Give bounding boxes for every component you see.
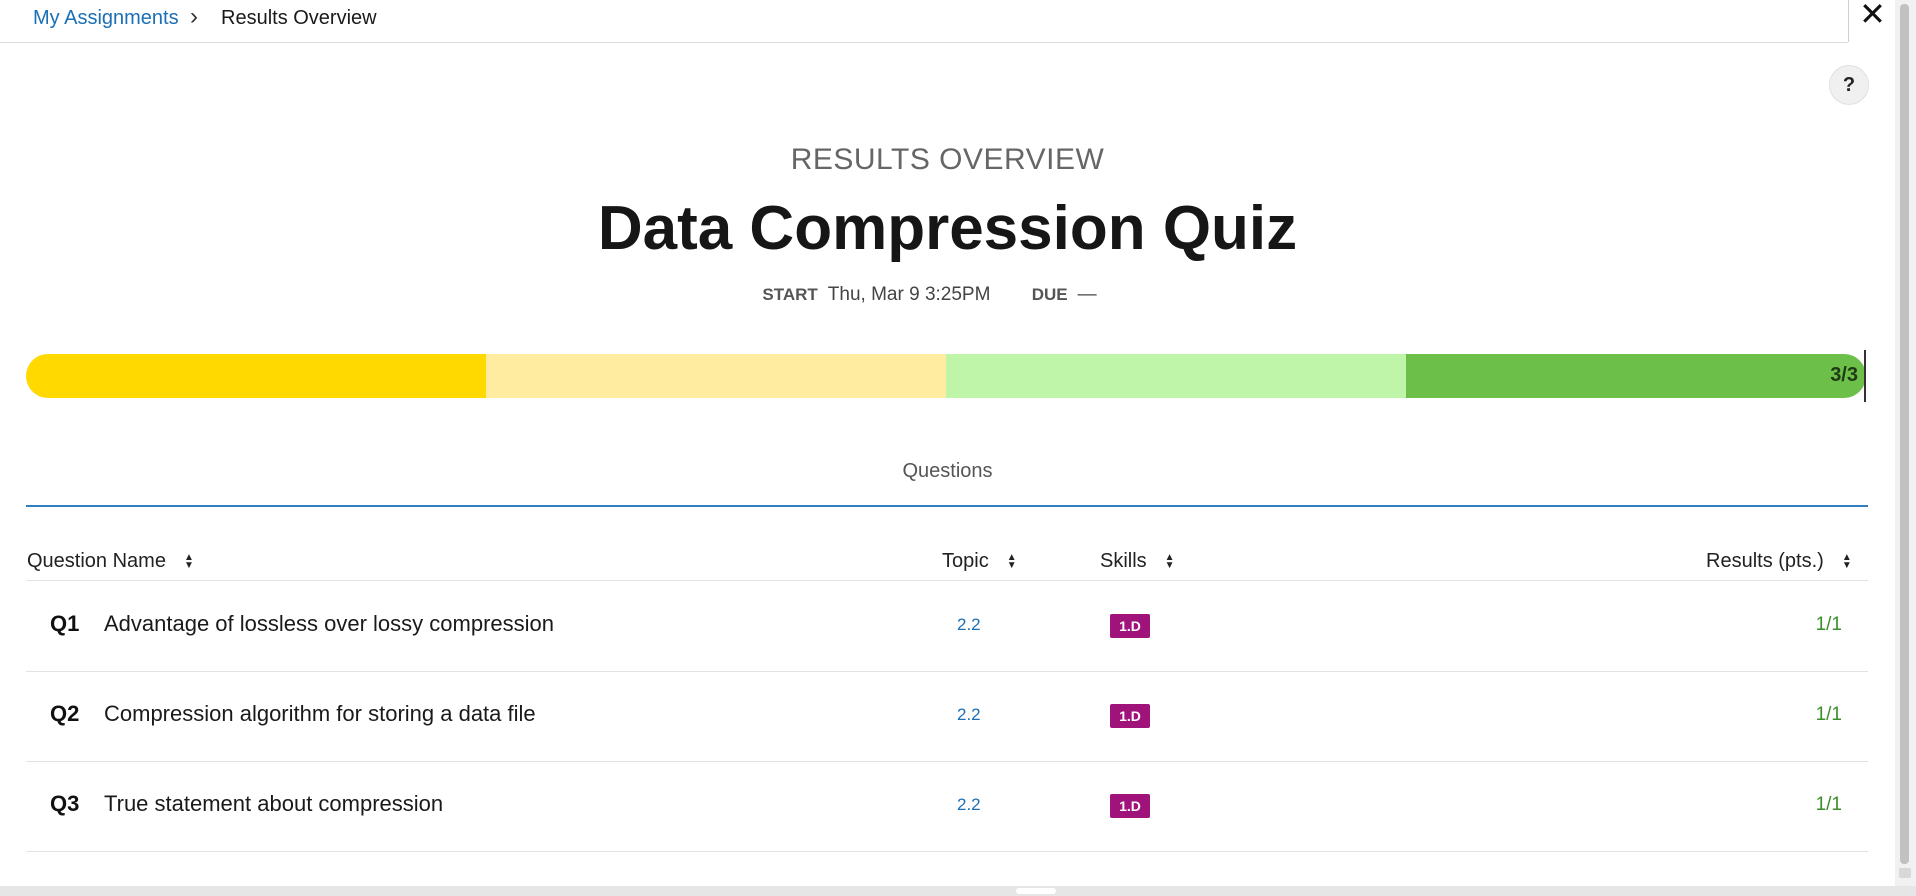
progress-segment-4 [1406,354,1866,398]
table-row[interactable]: Q1 Advantage of lossless over lossy comp… [26,581,1868,672]
column-header-results[interactable]: Results (pts.) ▲ ▼ [1706,550,1852,573]
progress-segment-1 [26,354,486,398]
progress-end-marker [1864,350,1866,402]
breadcrumb-current: Results Overview [221,7,377,29]
help-button[interactable]: ? [1829,65,1869,105]
question-number: Q2 [50,701,80,726]
result-points: 1/1 [1815,614,1842,635]
close-button-area[interactable]: ✕ [1848,0,1896,42]
results-panel: My Assignments › Results Overview ✕ ? RE… [0,0,1895,886]
column-header-label: Topic [942,550,989,572]
due-label: DUE [1031,285,1068,304]
horizontal-scrollbar-thumb[interactable] [1016,888,1056,894]
question-number: Q3 [50,791,80,816]
breadcrumb-my-assignments-link[interactable]: My Assignments [33,7,179,30]
question-name-link[interactable]: Compression algorithm for storing a data… [104,701,536,727]
progress-segment-3 [946,354,1406,398]
question-name-link[interactable]: Advantage of lossless over lossy compres… [104,611,554,637]
score-progress-bar [26,354,1866,398]
table-row[interactable]: Q3 True statement about compression 2.2 … [26,761,1868,852]
score-label: 3/3 [1830,364,1858,386]
due-value: — [1077,284,1097,305]
topic-link[interactable]: 2.2 [957,795,981,815]
sort-icon[interactable]: ▲ ▼ [1165,552,1175,570]
horizontal-scrollbar[interactable] [0,886,1916,896]
sort-icon[interactable]: ▲ ▼ [184,552,194,570]
skill-badge: 1.D [1110,794,1150,818]
chevron-right-icon: › [190,3,198,30]
result-points: 1/1 [1815,704,1842,725]
column-header-question-name[interactable]: Question Name ▲ ▼ [27,550,194,573]
table-row[interactable]: Q2 Compression algorithm for storing a d… [26,671,1868,762]
close-icon[interactable]: ✕ [1859,0,1886,30]
topic-link[interactable]: 2.2 [957,705,981,725]
assignment-dates: START Thu, Mar 9 3:25PM DUE — [0,284,1895,306]
start-label: START [762,285,818,304]
question-number: Q1 [50,611,80,636]
sort-icon[interactable]: ▲ ▼ [1842,552,1852,570]
question-name-link[interactable]: True statement about compression [104,791,443,817]
column-header-label: Skills [1100,550,1147,572]
breadcrumb: My Assignments › Results Overview [0,0,1848,43]
skill-badge: 1.D [1110,704,1150,728]
progress-segment-2 [486,354,946,398]
tab-questions[interactable]: Questions [0,460,1895,483]
vertical-scrollbar-thumb[interactable] [1900,4,1909,864]
tab-underline [26,505,1868,507]
result-points: 1/1 [1815,794,1842,815]
column-header-label: Results (pts.) [1706,550,1824,572]
sort-icon[interactable]: ▲ ▼ [1007,552,1017,570]
column-header-label: Question Name [27,550,166,572]
column-header-skills[interactable]: Skills ▲ ▼ [1100,550,1175,573]
column-header-topic[interactable]: Topic ▲ ▼ [942,550,1017,573]
scroll-down-arrow-icon[interactable] [1899,868,1911,878]
skill-badge: 1.D [1110,614,1150,638]
page-eyebrow: RESULTS OVERVIEW [790,143,1105,176]
start-value: Thu, Mar 9 3:25PM [827,284,991,305]
topic-link[interactable]: 2.2 [957,615,981,635]
page-title: Data Compression Quiz [597,194,1298,263]
